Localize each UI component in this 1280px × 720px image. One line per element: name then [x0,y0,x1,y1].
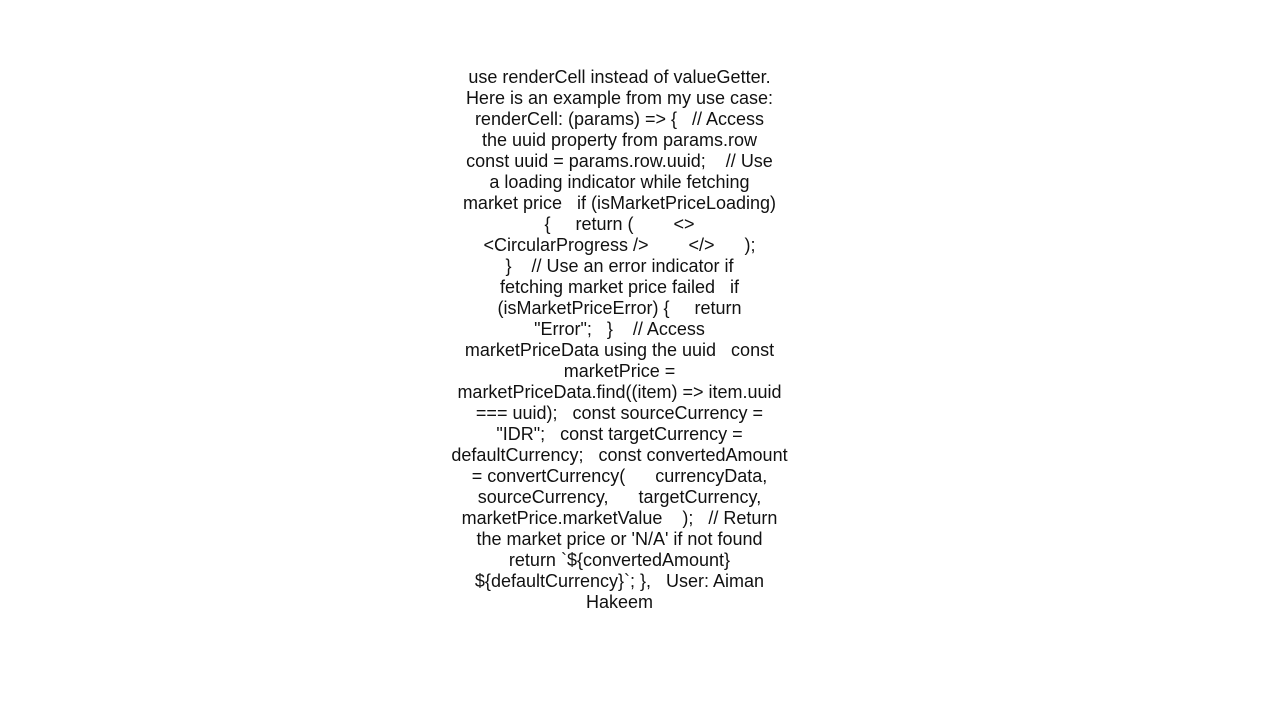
text-line: marketPriceData.find((item) => item.uuid [457,382,782,402]
text-line: the market price or 'N/A' if not found [476,529,763,549]
text-line: a loading indicator while fetching [489,172,750,192]
text-line: sourceCurrency, targetCurrency, [477,487,762,507]
answer-text-block: use renderCell instead of valueGetter. H… [0,67,1239,613]
text-line: } // Use an error indicator if [505,256,734,276]
text-line: Here is an example from my use case: [465,88,774,108]
text-line: return `${convertedAmount} [508,550,731,570]
text-line: === uuid); const sourceCurrency = [475,403,764,423]
text-line: use renderCell instead of valueGetter. [468,67,771,87]
text-line: (isMarketPriceError) { return [497,298,742,318]
text-line: "Error"; } // Access [534,319,705,339]
text-line: renderCell: (params) => { // Access [474,109,765,129]
user-attribution-line: Hakeem [585,592,654,612]
text-line: fetching market price failed if [499,277,740,297]
text-line: marketPrice.marketValue ); // Return [461,508,778,528]
text-line: { return ( <> [544,214,695,234]
page: use renderCell instead of valueGetter. H… [0,0,1280,720]
text-line: const uuid = params.row.uuid; // Use [466,151,773,171]
text-line: marketPrice = [563,361,676,381]
text-line: defaultCurrency; const convertedAmount [451,445,788,465]
text-line: <CircularProgress /> </> ); [483,235,756,255]
text-line: = convertCurrency( currencyData, [471,466,768,486]
text-line: market price if (isMarketPriceLoading) [462,193,777,213]
text-line: "IDR"; const targetCurrency = [496,424,743,444]
text-line: the uuid property from params.row [481,130,758,150]
text-line: ${defaultCurrency}`; }, User: Aiman [474,571,765,591]
text-line: marketPriceData using the uuid const [464,340,775,360]
